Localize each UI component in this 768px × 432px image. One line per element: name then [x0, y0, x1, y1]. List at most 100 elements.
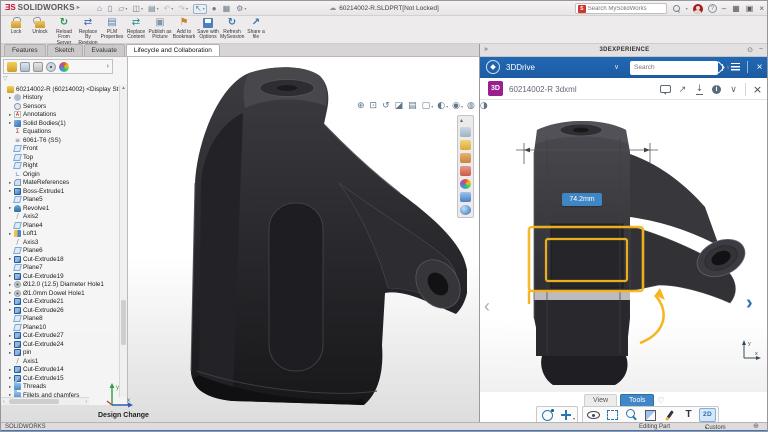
tree-item[interactable]: 60214002-R (60214002) <Display St — [1, 85, 119, 94]
save-icon[interactable]: ◫ ▾ — [132, 4, 143, 13]
3dexperience-compass-icon[interactable] — [486, 60, 500, 74]
tree-item[interactable]: ▸ Solid Bodies(1) — [1, 119, 119, 128]
tree-item[interactable]: Axis3 — [1, 238, 119, 247]
minimize-button[interactable]: – — [722, 4, 726, 13]
app-selector-caret-icon[interactable]: ∨ — [614, 63, 619, 71]
more-tabs-arrow-icon[interactable]: › — [107, 63, 109, 70]
tree-item[interactable]: ▸ Boss-Extrude1 — [1, 187, 119, 196]
collapse-strip-icon[interactable]: ▴ — [460, 118, 471, 124]
markup-pen-icon[interactable] — [661, 408, 678, 422]
tree-item[interactable]: Equations — [1, 128, 119, 137]
auto-hide-pin-icon[interactable]: ⊙ — [747, 46, 753, 54]
tree-item[interactable]: ▸ Cut-Extrude21 — [1, 298, 119, 307]
tree-item[interactable]: Sensors — [1, 102, 119, 111]
tree-item[interactable]: Plane6 — [1, 247, 119, 256]
command-button[interactable]: Add to Bookmark — [172, 16, 196, 43]
annotation-views-icon[interactable]: ▤ — [408, 102, 418, 111]
favorite-heart-icon[interactable]: ♡ — [657, 396, 664, 405]
tree-item[interactable]: Axis2 — [1, 213, 119, 222]
command-button[interactable]: Save with Options — [196, 16, 220, 43]
tree-item[interactable]: ▸ History — [1, 94, 119, 103]
drive-search-input[interactable] — [630, 64, 722, 71]
tree-item[interactable]: ▸ pin — [1, 349, 119, 358]
dimxpertmanager-tab[interactable] — [46, 61, 56, 72]
command-button[interactable]: Publish as Picture — [148, 16, 172, 43]
dimension-label[interactable]: 74.2mm — [562, 193, 602, 206]
scrollbar-thumb[interactable] — [9, 399, 59, 404]
comment-icon[interactable] — [660, 84, 671, 96]
zoom-area-icon[interactable]: ⊡ — [370, 102, 379, 111]
scroll-left-arrow[interactable]: ‹ — [3, 399, 5, 405]
layout-button[interactable]: ▦ — [732, 4, 740, 13]
section-tool-icon[interactable] — [642, 408, 659, 422]
display-settings-icon[interactable]: ▦ — [223, 4, 232, 13]
apply-scene-icon[interactable]: ◑ — [480, 102, 489, 111]
tree-item[interactable]: Axis1 — [1, 357, 119, 366]
help-button[interactable]: ? — [707, 4, 717, 13]
command-tab[interactable]: Evaluate — [83, 44, 125, 56]
select-cursor-icon[interactable]: ↖ ▾ — [193, 3, 207, 14]
file-explorer-icon[interactable] — [460, 153, 471, 163]
restore-button[interactable]: ▣ — [746, 4, 754, 13]
tree-item[interactable]: ▸ Cut-Extrude18 — [1, 255, 119, 264]
zoom-tool-icon[interactable] — [623, 408, 640, 422]
edit-appearance-icon[interactable]: ◍ — [467, 102, 476, 111]
3dexperience-tab-icon[interactable] — [460, 127, 471, 137]
download-icon[interactable]: ↓ — [694, 84, 705, 96]
tree-item[interactable]: Plane10 — [1, 323, 119, 332]
command-tab[interactable]: Lifecycle and Collaboration — [125, 44, 220, 56]
close-button[interactable]: × — [759, 4, 764, 13]
options-gear-icon[interactable]: ⚙ ▾ — [236, 4, 246, 13]
tag-icon[interactable] — [713, 61, 724, 73]
text-note-icon[interactable] — [680, 408, 697, 422]
rebuild-icon[interactable]: ● — [212, 4, 218, 13]
user-avatar[interactable] — [692, 3, 703, 14]
tree-item[interactable]: Top — [1, 153, 119, 162]
app-selector[interactable]: 3DDrive — [506, 63, 535, 72]
tree-item[interactable]: ▸ Annotations — [1, 111, 119, 120]
command-button[interactable]: Lock — [4, 16, 28, 43]
redo-icon[interactable]: ↷ ▾ — [178, 4, 188, 13]
command-button[interactable]: Unlock — [28, 16, 52, 43]
tree-item[interactable]: ▸ Revolve1 — [1, 204, 119, 213]
close-viewer-icon[interactable]: × — [752, 83, 763, 96]
tree-item[interactable]: ▸ MateReferences — [1, 179, 119, 188]
expand-chevron-icon[interactable]: ∨ — [728, 84, 739, 96]
tree-item[interactable]: ▸ Threads — [1, 381, 119, 392]
solidworks-logo[interactable]: ƎS SOLIDWORKS ▸ — [5, 3, 80, 12]
command-button[interactable]: PLM Properties — [100, 16, 124, 43]
divider[interactable] — [747, 61, 748, 73]
tree-item[interactable]: ▸ Ø12.0 (12.5) Diameter Hole1 — [1, 281, 119, 290]
menu-icon[interactable] — [730, 61, 741, 73]
tree-filter[interactable]: ▽ — [3, 75, 8, 82]
drive-search[interactable]: ∨ — [630, 60, 730, 75]
section-view-icon[interactable]: ◪ — [395, 102, 405, 111]
featuremanager-tree-tab[interactable] — [7, 61, 17, 72]
tree-item[interactable]: Origin — [1, 170, 119, 179]
tree-vertical-scrollbar[interactable]: ▴ — [119, 85, 127, 397]
mysolidworks-search[interactable]: S — [574, 3, 667, 14]
command-tab[interactable]: Sketch — [46, 44, 83, 56]
minimize-panel-icon[interactable]: − — [759, 46, 763, 53]
rotate-icon[interactable] — [539, 408, 556, 422]
open-icon[interactable]: ▱ ▾ — [118, 4, 127, 13]
info-icon[interactable] — [711, 84, 722, 96]
zoom-fit-icon[interactable]: ⊕ — [357, 102, 366, 111]
tree-item[interactable]: ▸ Cut-Extrude24 — [1, 340, 119, 349]
mode-2d-icon[interactable] — [699, 408, 716, 422]
collapse-panel-icon[interactable]: » — [484, 46, 488, 53]
tree-item[interactable]: Front — [1, 145, 119, 154]
tree-item[interactable]: Plane5 — [1, 196, 119, 205]
tree-item[interactable]: ▸ Ø1.0mm Dowel Hole1 — [1, 289, 119, 298]
undo-icon[interactable]: ↶ ▾ — [164, 4, 174, 13]
tree-horizontal-scrollbar[interactable]: ‹ › — [1, 397, 89, 405]
print-icon[interactable]: ▤ ▾ — [148, 4, 159, 13]
part-model[interactable] — [137, 61, 467, 423]
display-style-icon[interactable]: ◐ ▾ — [437, 102, 448, 111]
view-orientation-icon[interactable]: ▢ ▾ — [422, 102, 434, 111]
command-button[interactable]: Refresh MySession — [220, 16, 244, 43]
solidworks-forum-icon[interactable] — [460, 205, 471, 215]
tree-item[interactable]: ▸ Cut-Extrude26 — [1, 306, 119, 315]
configurationmanager-tab[interactable] — [33, 61, 43, 72]
tree-item[interactable]: Plane4 — [1, 221, 119, 230]
